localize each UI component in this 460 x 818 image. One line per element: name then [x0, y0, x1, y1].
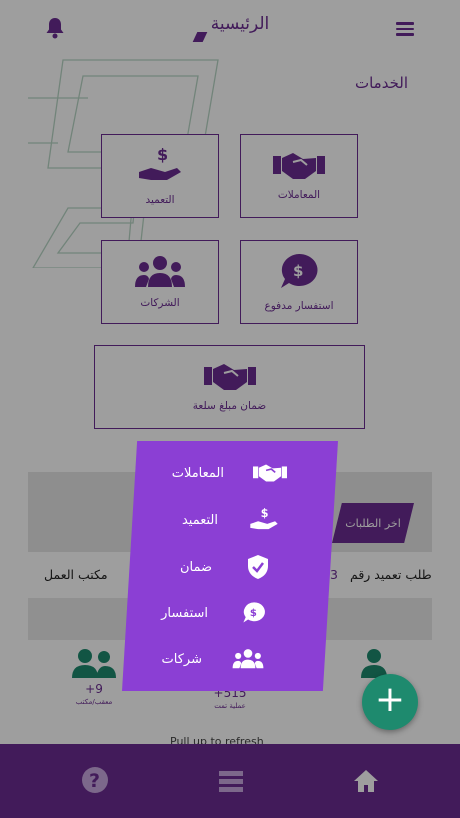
handshake-icon: [253, 464, 287, 482]
menu-item-guarantee[interactable]: ضمان: [102, 552, 276, 582]
menu-item-label: شركات: [161, 651, 202, 667]
dollar-speech-icon: $: [243, 602, 265, 623]
menu-item-transactions[interactable]: المعاملات: [114, 458, 288, 488]
menu-item-inquiry[interactable]: استفسار $: [98, 598, 272, 628]
svg-text:$: $: [250, 608, 257, 619]
hand-dollar-icon: $: [250, 507, 278, 530]
add-fab-button[interactable]: +: [362, 674, 418, 730]
menu-item-label: المعاملات: [171, 465, 224, 481]
svg-text:$: $: [261, 507, 269, 520]
menu-item-companies[interactable]: شركات: [92, 644, 266, 674]
users-icon: [232, 649, 264, 669]
menu-item-endorsement[interactable]: التعميد $: [108, 505, 282, 535]
menu-item-label: استفسار: [161, 605, 208, 621]
shield-check-icon: [248, 555, 268, 579]
menu-item-label: التعميد: [181, 512, 218, 528]
menu-item-label: ضمان: [179, 559, 212, 575]
